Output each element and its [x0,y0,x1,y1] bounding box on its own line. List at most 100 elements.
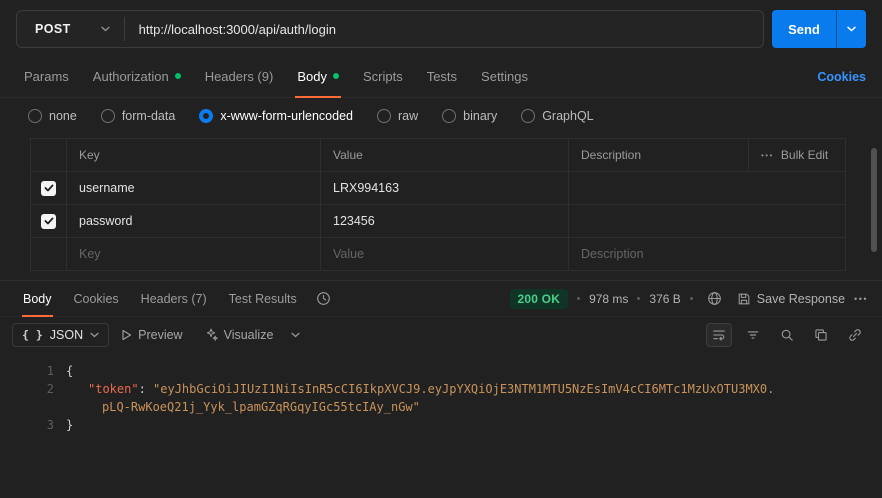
code-line: 1 { [0,362,882,380]
green-dot-indicator [175,73,181,79]
response-toolbar-icons [706,323,868,347]
visualize-options-button[interactable] [285,328,306,342]
line-number: 2 [0,380,66,398]
radio-binary[interactable]: binary [442,109,497,123]
network-info-button[interactable] [702,287,728,311]
response-size[interactable]: 376 B [649,292,680,306]
check-icon [44,184,54,192]
param-row-password: password 123456 [31,205,845,238]
response-time[interactable]: 978 ms [589,292,628,306]
url-box: POST [16,10,764,48]
radio-label: x-www-form-urlencoded [220,109,353,123]
tab-label: Cookies [74,292,119,306]
param-value-cell[interactable]: LRX994163 [321,172,569,204]
send-button[interactable]: Send [772,10,836,48]
param-row-empty: Key Value Description [31,238,845,271]
check-icon [44,217,54,225]
table-header-row: Key Value Description ••• Bulk Edit [31,139,845,172]
tab-scripts[interactable]: Scripts [351,56,415,97]
response-header: Body Cookies Headers (7) Test Results 20… [0,280,882,317]
radio-form-data[interactable]: form-data [101,109,176,123]
radio-none[interactable]: none [28,109,77,123]
response-tab-headers[interactable]: Headers (7) [130,281,218,316]
radio-raw[interactable]: raw [377,109,418,123]
more-options-button[interactable]: ••• [854,294,868,304]
bulk-edit-label: Bulk Edit [781,148,828,162]
param-key-placeholder[interactable]: Key [67,238,321,270]
radio-label: form-data [122,109,176,123]
radio-icon [377,109,391,123]
tab-headers[interactable]: Headers (9) [193,56,286,97]
line-number: 3 [0,416,66,434]
param-description-cell[interactable] [569,172,845,204]
param-value-placeholder[interactable]: Value [321,238,569,270]
tab-authorization[interactable]: Authorization [81,56,193,97]
visualize-button[interactable]: Visualize [195,324,284,346]
chevron-down-icon [291,332,300,338]
search-icon [780,328,794,342]
param-value-cell[interactable]: 123456 [321,205,569,237]
preview-button[interactable]: Preview [111,324,192,346]
status-badge[interactable]: 200 OK [510,289,569,309]
select-all-cell [31,139,67,171]
tab-label: Test Results [229,292,297,306]
tab-label: Body [23,292,52,306]
response-format-dropdown[interactable]: { } JSON [12,323,109,347]
save-response-button[interactable]: Save Response [737,292,845,306]
code-text: } [66,416,73,434]
line-number [0,398,66,416]
param-description-cell[interactable] [569,205,845,237]
send-button-group: Send [772,10,866,48]
wrap-text-icon [712,328,726,342]
tab-label: Headers (7) [141,292,207,306]
checkbox-checked[interactable] [41,181,56,196]
cookies-link[interactable]: Cookies [817,70,866,84]
param-key-cell[interactable]: username [67,172,321,204]
response-tab-body[interactable]: Body [12,281,63,316]
format-label: JSON [50,328,83,342]
radio-graphql[interactable]: GraphQL [521,109,593,123]
preview-label: Preview [138,328,182,342]
tab-label: Scripts [363,69,403,84]
search-button[interactable] [774,323,800,347]
history-clock-icon [316,291,331,306]
response-history-button[interactable] [308,281,339,316]
tab-label: Body [297,69,327,84]
param-description-placeholder[interactable]: Description [569,238,845,270]
response-tab-test-results[interactable]: Test Results [218,281,308,316]
wrap-text-button[interactable] [706,323,732,347]
code-line: 2 "token": "eyJhbGciOiJIUzI1NiIsInR5cCI6… [0,380,882,398]
radio-x-www-form-urlencoded[interactable]: x-www-form-urlencoded [199,109,353,123]
params-table: Key Value Description ••• Bulk Edit user… [30,138,846,271]
body-mode-selector: none form-data x-www-form-urlencoded raw… [0,98,882,134]
param-row-username: username LRX994163 [31,172,845,205]
tab-settings[interactable]: Settings [469,56,540,97]
tab-body[interactable]: Body [285,56,351,97]
tab-params[interactable]: Params [12,56,81,97]
checkbox-checked[interactable] [41,214,56,229]
response-body-viewer[interactable]: 1 { 2 "token": "eyJhbGciOiJIUzI1NiIsInR5… [0,352,882,434]
radio-label: binary [463,109,497,123]
filter-button[interactable] [740,323,766,347]
vertical-scrollbar[interactable] [871,148,877,252]
tab-tests[interactable]: Tests [415,56,469,97]
code-text: pLQ-RwKoeQ21j_Yyk_lpamGZqRGqyIGc55tcIAy_… [66,398,420,416]
param-key-cell[interactable]: password [67,205,321,237]
radio-icon [199,109,213,123]
method-dropdown[interactable]: POST [17,11,124,47]
bulk-edit-button[interactable]: ••• Bulk Edit [749,139,845,171]
radio-icon [101,109,115,123]
copy-button[interactable] [808,323,834,347]
braces-icon: { } [22,328,43,342]
radio-icon [28,109,42,123]
code-line: 3 } [0,416,882,434]
json-string-value: "eyJhbGciOiJIUzI1NiIsInR5cCI6IkpXVCJ9.ey… [153,382,774,396]
response-tab-cookies[interactable]: Cookies [63,281,130,316]
url-input[interactable] [125,11,763,47]
link-button[interactable] [842,323,868,347]
tab-label: Tests [427,69,457,84]
send-options-button[interactable] [836,10,866,48]
radio-label: GraphQL [542,109,593,123]
tab-label: Params [24,69,69,84]
row-checkbox-cell [31,172,67,204]
